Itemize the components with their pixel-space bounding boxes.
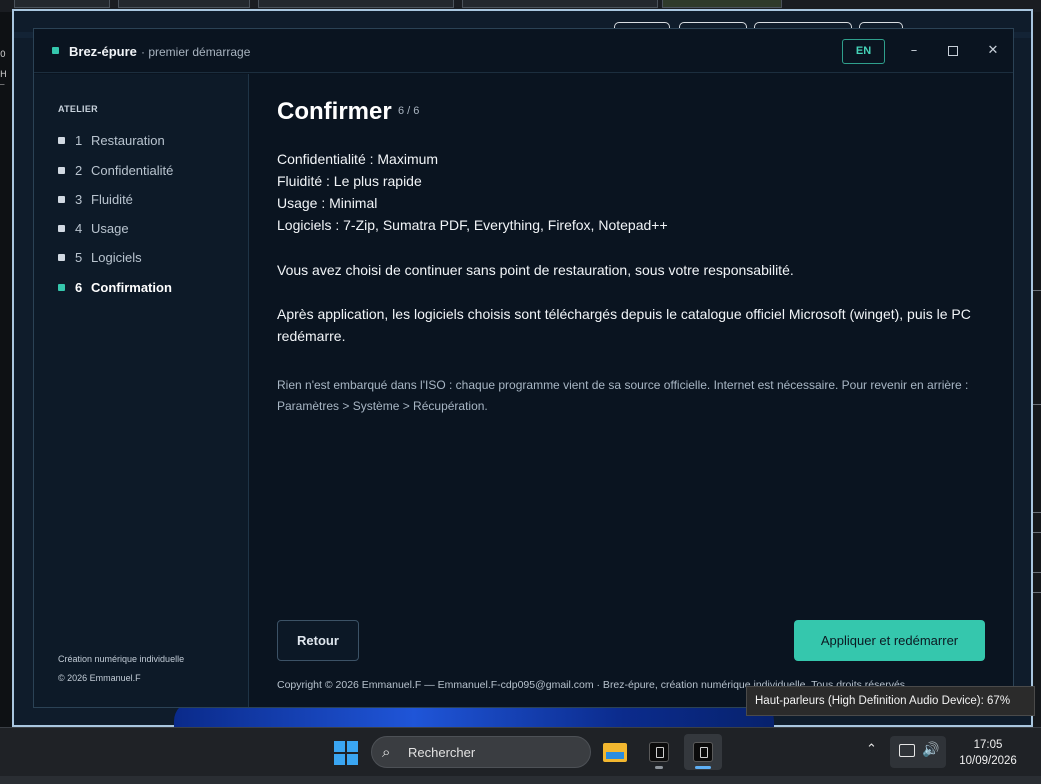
clock-date: 10/09/2026	[959, 755, 1017, 767]
sidebar-step-fluidite[interactable]: 3 Fluidité	[58, 191, 243, 211]
step-marker-icon	[58, 137, 65, 144]
app-subtitle: · premier démarrage	[141, 45, 251, 59]
taskbar-terminal-app[interactable]	[640, 734, 678, 770]
title-bar[interactable]: Brez-épure · premier démarrage EN – ✕	[34, 29, 1013, 73]
step-label: Restauration	[91, 133, 165, 148]
sidebar-step-restauration[interactable]: 1 Restauration	[58, 132, 243, 152]
taskbar: ⌕ Rechercher ⌃ 🔊 17:05 10/09/2026	[0, 727, 1041, 776]
background-window-edge: 0 H ⎯	[0, 12, 12, 732]
search-icon: ⌕	[382, 743, 391, 761]
background-tab	[462, 0, 658, 8]
app-name: Brez-épure	[69, 44, 137, 59]
step-number: 4	[75, 221, 83, 236]
system-tray[interactable]: 🔊	[890, 736, 946, 768]
step-label: Usage	[91, 221, 129, 236]
windows-logo-icon	[334, 741, 345, 752]
step-number: 2	[75, 163, 83, 178]
summary-confidentiality: Confidentialité : Maximum	[277, 151, 439, 167]
running-indicator	[655, 766, 663, 769]
maximize-icon	[948, 46, 958, 56]
apply-restart-button[interactable]: Appliquer et redémarrer	[794, 620, 985, 661]
sidebar-step-confidentialite[interactable]: 2 Confidentialité	[58, 162, 243, 182]
step-number: 1	[75, 133, 83, 148]
step-marker-icon	[58, 284, 65, 291]
step-label: Confidentialité	[91, 163, 174, 178]
speaker-icon: 🔊	[922, 742, 940, 758]
step-marker-icon	[58, 167, 65, 174]
step-number: 6	[75, 280, 83, 295]
background-window-edge-right	[1033, 12, 1041, 732]
taskbar-file-explorer[interactable]	[596, 734, 634, 770]
clock-time: 17:05	[973, 739, 1003, 751]
taskbar-search[interactable]: ⌕ Rechercher	[371, 736, 591, 768]
taskbar-terminal-app-active[interactable]	[684, 734, 722, 770]
step-marker-icon	[58, 254, 65, 261]
maximize-button[interactable]	[941, 39, 965, 63]
page-title: Confirmer	[277, 98, 392, 125]
terminal-icon	[693, 742, 713, 762]
step-number: 3	[75, 192, 83, 207]
step-label: Logiciels	[91, 250, 142, 265]
sidebar-footer-copyright: © 2026 Emmanuel.F	[58, 673, 141, 683]
background-tab	[118, 0, 250, 8]
step-counter: 6 / 6	[398, 105, 420, 117]
folder-icon	[603, 743, 627, 762]
background-tab	[258, 0, 454, 8]
background-window-bottom	[0, 776, 1041, 784]
summary-usage: Usage : Minimal	[277, 195, 378, 211]
network-icon	[899, 744, 915, 757]
info-note: Rien n'est embarqué dans l'ISO : chaque …	[277, 378, 969, 413]
restore-warning: Vous avez choisi de continuer sans point…	[277, 262, 794, 278]
active-indicator	[695, 766, 711, 769]
minimize-button[interactable]: –	[902, 39, 926, 63]
step-marker-icon	[58, 225, 65, 232]
chevron-up-icon[interactable]: ⌃	[866, 742, 877, 757]
main-content: Confirmer 6 / 6 Confidentialité : Maximu…	[277, 74, 997, 707]
clock[interactable]: 17:05 10/09/2026	[948, 737, 1028, 769]
apply-explanation: Après application, les logiciels choisis…	[277, 306, 971, 344]
terminal-icon	[649, 742, 669, 762]
close-button[interactable]: ✕	[981, 39, 1005, 63]
background-tab	[14, 0, 110, 8]
back-button[interactable]: Retour	[277, 620, 359, 661]
step-label: Confirmation	[91, 280, 172, 295]
step-marker-icon	[58, 196, 65, 203]
app-window: Brez-épure · premier démarrage EN – ✕ AT…	[33, 28, 1014, 708]
background-tab	[662, 0, 782, 8]
volume-tooltip: Haut-parleurs (High Definition Audio Dev…	[746, 686, 1035, 716]
app-logo-icon	[52, 47, 59, 54]
summary-software: Logiciels : 7-Zip, Sumatra PDF, Everythi…	[277, 217, 668, 233]
sidebar-title: ATELIER	[58, 104, 98, 114]
step-number: 5	[75, 250, 83, 265]
step-label: Fluidité	[91, 192, 133, 207]
sidebar-step-usage[interactable]: 4 Usage	[58, 220, 243, 240]
sidebar-footer-credit: Création numérique individuelle	[58, 654, 185, 664]
sidebar-step-confirmation[interactable]: 6 Confirmation	[58, 279, 243, 299]
language-button[interactable]: EN	[842, 39, 885, 64]
start-button[interactable]	[334, 741, 358, 765]
sidebar-step-logiciels[interactable]: 5 Logiciels	[58, 249, 243, 269]
sidebar: ATELIER 1 Restauration 2 Confidentialité…	[34, 74, 249, 707]
search-placeholder: Rechercher	[408, 745, 476, 760]
summary-fluidity: Fluidité : Le plus rapide	[277, 173, 422, 189]
